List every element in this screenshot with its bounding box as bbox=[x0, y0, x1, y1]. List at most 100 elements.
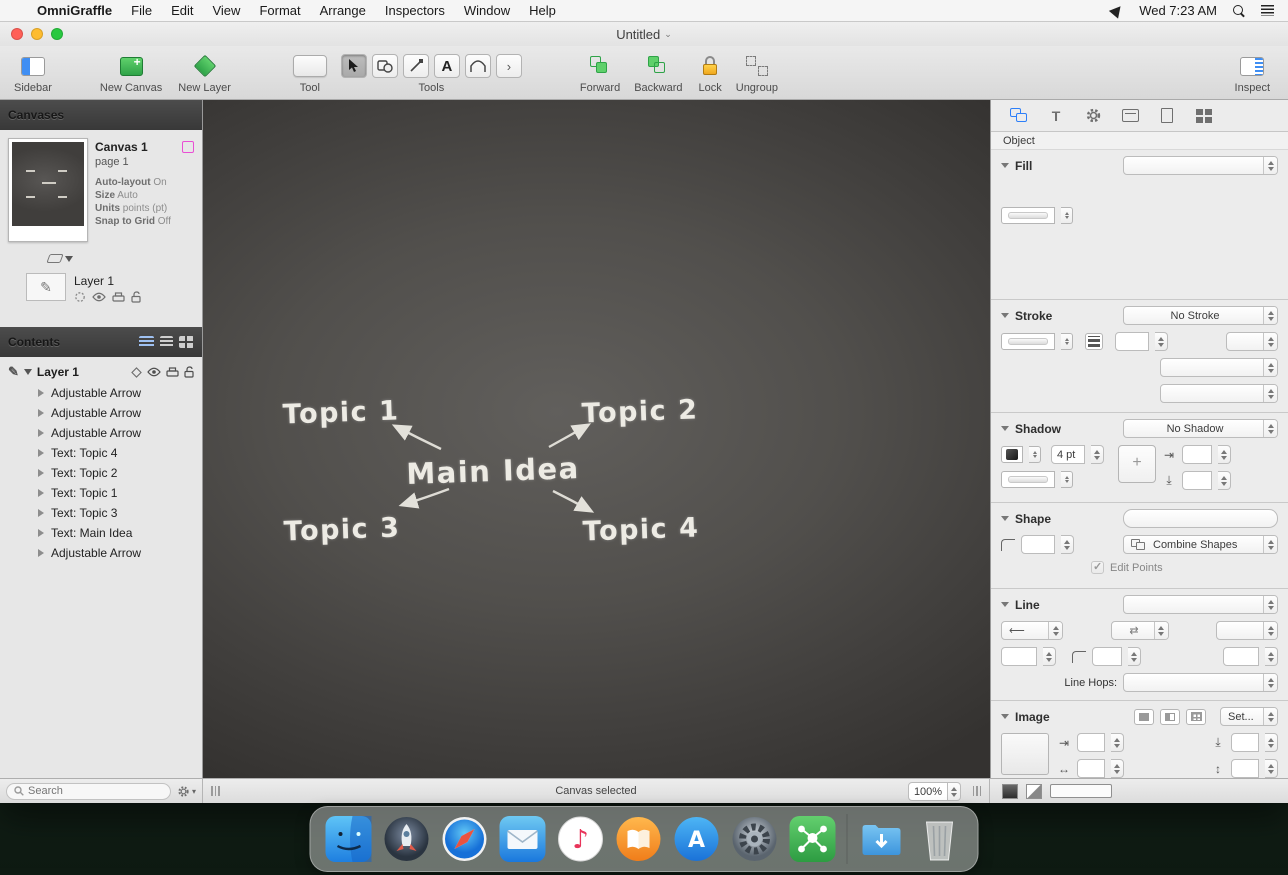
forward-button[interactable]: Forward bbox=[580, 51, 620, 94]
unlocked-icon[interactable] bbox=[131, 291, 141, 303]
dock-system-preferences[interactable] bbox=[731, 815, 779, 863]
shadow-y-field[interactable] bbox=[1182, 471, 1212, 490]
menu-file[interactable]: File bbox=[131, 3, 152, 18]
topic-1-text[interactable]: Topic 1 bbox=[282, 395, 400, 430]
line-hops-dropdown[interactable] bbox=[1123, 673, 1278, 692]
disclosure-down-icon[interactable] bbox=[1001, 602, 1009, 607]
dock-launchpad[interactable] bbox=[383, 815, 431, 863]
canvas-thumbnail[interactable] bbox=[8, 138, 88, 242]
menu-view[interactable]: View bbox=[212, 3, 240, 18]
location-icon[interactable] bbox=[1109, 2, 1125, 18]
dock-app-store[interactable]: A bbox=[673, 815, 721, 863]
zoom-stepper[interactable] bbox=[948, 782, 961, 801]
more-tools-button[interactable]: › bbox=[496, 54, 522, 78]
app-menu[interactable]: OmniGraffle bbox=[37, 3, 112, 18]
line-jump-field[interactable] bbox=[1223, 647, 1259, 666]
lock-button[interactable]: Lock bbox=[699, 51, 722, 94]
disclosure-right-icon[interactable] bbox=[38, 489, 44, 497]
topic-3-text[interactable]: Topic 3 bbox=[283, 512, 401, 547]
shape-tool-button[interactable] bbox=[372, 54, 398, 78]
new-canvas-button[interactable]: New Canvas bbox=[100, 51, 162, 94]
corner-radius-field[interactable] bbox=[1021, 535, 1055, 554]
corner-radius-stepper[interactable] bbox=[1061, 535, 1074, 554]
stroke-corner-dropdown[interactable] bbox=[1160, 358, 1278, 377]
stroke-width-stepper[interactable] bbox=[1155, 332, 1168, 351]
menu-arrange[interactable]: Arrange bbox=[320, 3, 366, 18]
contents-layer-row[interactable]: ✎ Layer 1 bbox=[0, 361, 202, 383]
image-set-dropdown[interactable]: Set... bbox=[1220, 707, 1278, 726]
contents-item-adjustable-arrow[interactable]: Adjustable Arrow bbox=[0, 423, 202, 443]
line-scale-stepper[interactable] bbox=[1043, 647, 1056, 666]
canvas-list-item[interactable]: Canvas 1 page 1 Auto-layout On Size Auto… bbox=[0, 130, 202, 250]
disclosure-right-icon[interactable] bbox=[38, 469, 44, 477]
disclosure-down-icon[interactable] bbox=[1001, 426, 1009, 431]
print-icon[interactable] bbox=[166, 367, 179, 378]
view-grid-icon[interactable] bbox=[179, 336, 194, 348]
line-tool-button[interactable] bbox=[403, 54, 429, 78]
zoom-value[interactable]: 100% bbox=[908, 782, 948, 801]
line-type-dropdown[interactable] bbox=[1123, 595, 1278, 614]
line-jump-stepper[interactable] bbox=[1265, 647, 1278, 666]
tool-popup-button[interactable]: Tool bbox=[293, 51, 327, 94]
image-y-field[interactable] bbox=[1231, 733, 1259, 752]
dock-safari[interactable] bbox=[441, 815, 489, 863]
fill-color-well[interactable] bbox=[1001, 207, 1055, 224]
line-end-arrowhead-dropdown[interactable] bbox=[1216, 621, 1278, 640]
canvas-name[interactable]: Canvas 1 bbox=[95, 140, 148, 154]
combine-shapes-dropdown[interactable]: Combine Shapes bbox=[1123, 535, 1278, 554]
image-height-stepper[interactable] bbox=[1265, 759, 1278, 778]
stroke-color-stepper[interactable] bbox=[1061, 333, 1073, 350]
dock-books[interactable] bbox=[615, 815, 663, 863]
menu-window[interactable]: Window bbox=[464, 3, 510, 18]
contents-item-adjustable-arrow[interactable]: Adjustable Arrow bbox=[0, 543, 202, 563]
edit-points-checkbox[interactable] bbox=[1091, 561, 1104, 574]
shadow-blur-stepper[interactable] bbox=[1091, 445, 1104, 464]
shadow-x-stepper[interactable] bbox=[1218, 445, 1231, 464]
main-idea-text[interactable]: Main Idea bbox=[406, 451, 580, 491]
disclosure-right-icon[interactable] bbox=[38, 549, 44, 557]
line-radius-field[interactable] bbox=[1092, 647, 1122, 666]
contents-item-adjustable-arrow[interactable]: Adjustable Arrow bbox=[0, 403, 202, 423]
image-x-field[interactable] bbox=[1077, 733, 1105, 752]
dock-trash[interactable] bbox=[916, 815, 964, 863]
splitter-grip[interactable] bbox=[211, 786, 220, 796]
menu-clock[interactable]: Wed 7:23 AM bbox=[1139, 3, 1217, 18]
menu-edit[interactable]: Edit bbox=[171, 3, 193, 18]
image-fill-mode-button[interactable] bbox=[1134, 709, 1154, 725]
fill-type-dropdown[interactable] bbox=[1123, 156, 1278, 175]
image-x-stepper[interactable] bbox=[1111, 733, 1124, 752]
shadow-x-field[interactable] bbox=[1182, 445, 1212, 464]
canvas[interactable]: Topic 1 Topic 2 Main Idea Topic 3 Topic … bbox=[203, 100, 990, 778]
minimize-button[interactable] bbox=[31, 28, 43, 40]
shadow-blur-field[interactable]: 4 pt bbox=[1051, 445, 1085, 464]
view-outline-icon[interactable] bbox=[160, 336, 173, 348]
line-scale-field[interactable] bbox=[1001, 647, 1037, 666]
shadow-opacity-well[interactable] bbox=[1001, 471, 1055, 488]
disclosure-down-icon[interactable] bbox=[1001, 313, 1009, 318]
ungroup-button[interactable]: Ungroup bbox=[736, 51, 778, 94]
topic-4-text[interactable]: Topic 4 bbox=[582, 512, 700, 547]
disclosure-down-icon[interactable] bbox=[1001, 714, 1009, 719]
disclosure-right-icon[interactable] bbox=[38, 429, 44, 437]
shape-picker-field[interactable] bbox=[1123, 509, 1278, 528]
stroke-width-field[interactable] bbox=[1115, 332, 1149, 351]
fill-swatch[interactable] bbox=[1002, 784, 1018, 799]
arrow-to-topic-4[interactable] bbox=[553, 491, 591, 511]
dock-finder[interactable] bbox=[325, 815, 373, 863]
print-icon[interactable] bbox=[112, 292, 125, 303]
arrow-to-topic-3[interactable] bbox=[402, 489, 449, 505]
image-width-stepper[interactable] bbox=[1111, 759, 1124, 778]
zoom-button[interactable] bbox=[51, 28, 63, 40]
image-y-stepper[interactable] bbox=[1265, 733, 1278, 752]
dock-downloads[interactable] bbox=[858, 815, 906, 863]
layer-name[interactable]: Layer 1 bbox=[74, 274, 141, 288]
new-layer-button[interactable]: New Layer bbox=[178, 51, 231, 94]
contents-item-text-topic-1[interactable]: Text: Topic 1 bbox=[0, 483, 202, 503]
contents-item-text-topic-4[interactable]: Text: Topic 4 bbox=[0, 443, 202, 463]
backward-button[interactable]: Backward bbox=[634, 51, 682, 94]
window-title[interactable]: Untitled ⌄ bbox=[616, 27, 672, 42]
view-list-selected-icon[interactable] bbox=[139, 336, 154, 348]
layer-thumbnail[interactable]: ✎ bbox=[26, 273, 66, 301]
selection-tool-button[interactable] bbox=[341, 54, 367, 78]
sidebar-search[interactable] bbox=[6, 783, 171, 800]
